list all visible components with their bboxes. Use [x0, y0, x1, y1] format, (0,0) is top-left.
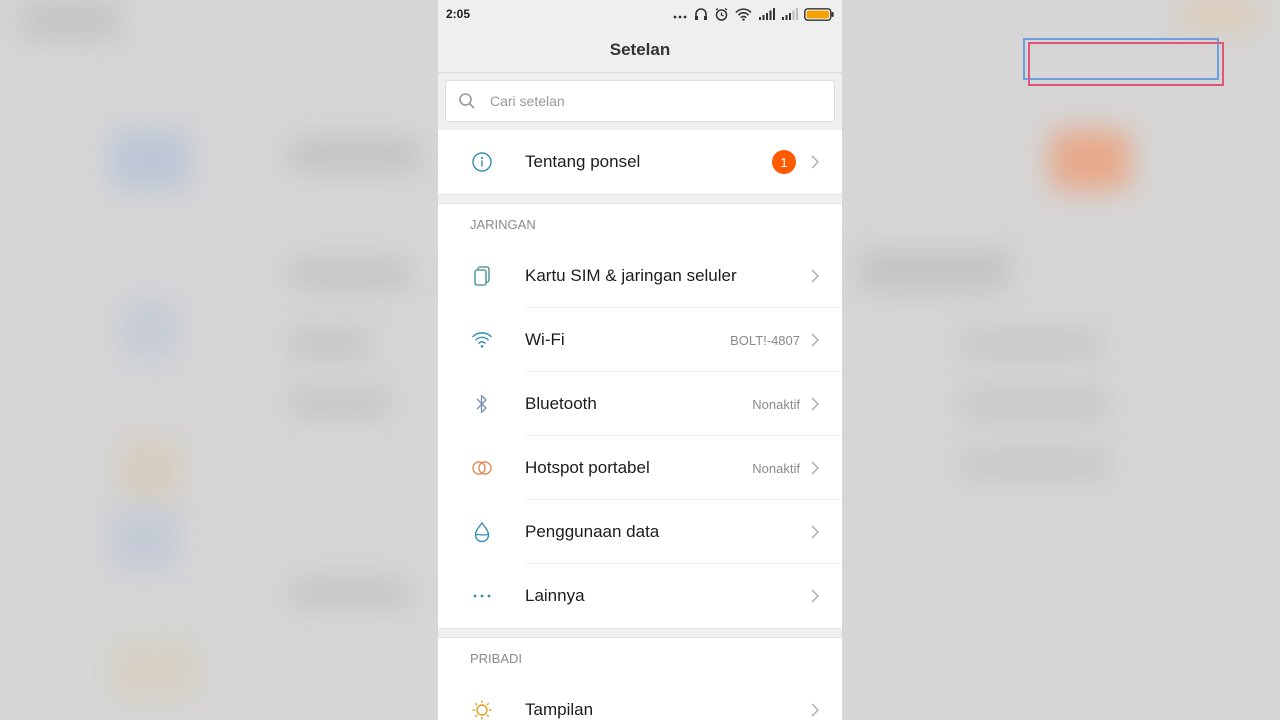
more-dots-icon [473, 594, 491, 598]
section-title-network: JARINGAN [438, 203, 842, 244]
chevron-right-icon [811, 155, 819, 169]
status-bar: 2:05 [438, 0, 842, 28]
section-gap [438, 628, 842, 637]
status-time: 2:05 [446, 7, 471, 21]
settings-item-about-phone[interactable]: Tentang ponsel 1 [438, 130, 842, 194]
signal-secondary-icon [782, 8, 798, 20]
settings-item-data-usage[interactable]: Penggunaan data [438, 500, 842, 564]
notification-badge: 1 [772, 150, 796, 174]
info-icon [472, 152, 492, 172]
personal-group: PRIBADI Tampilan [438, 637, 842, 720]
highlight-frame-red [1028, 42, 1224, 86]
search-input[interactable] [488, 92, 792, 110]
bluetooth-icon [476, 394, 487, 414]
settings-item-hotspot[interactable]: Hotspot portabel Nonaktif [438, 436, 842, 500]
chevron-right-icon [811, 397, 819, 411]
settings-item-value: Nonaktif [752, 460, 800, 476]
wifi-status-icon [735, 7, 752, 21]
chevron-right-icon [811, 589, 819, 603]
network-group: JARINGAN Kartu SIM & jaringan seluler Wi… [438, 203, 842, 628]
status-icons [672, 7, 834, 22]
page-header: Setelan [438, 28, 842, 73]
settings-item-sim[interactable]: Kartu SIM & jaringan seluler [438, 244, 842, 308]
alarm-icon [715, 7, 728, 21]
settings-item-label: Tentang ponsel [525, 152, 641, 171]
about-group: Tentang ponsel 1 [438, 130, 842, 194]
brightness-sun-icon [472, 700, 492, 720]
settings-item-label: Hotspot portabel [525, 458, 650, 477]
settings-item-more[interactable]: Lainnya [438, 564, 842, 628]
page-title: Setelan [609, 40, 671, 59]
battery-icon [804, 7, 834, 21]
data-usage-drop-icon [474, 521, 490, 543]
search-box[interactable] [445, 80, 835, 122]
settings-item-label: Kartu SIM & jaringan seluler [525, 266, 737, 285]
more-notifications-icon [673, 15, 687, 19]
signal-icon [759, 8, 775, 20]
settings-item-wifi[interactable]: Wi-Fi BOLT!-4807 [438, 308, 842, 372]
settings-item-label: Lainnya [525, 586, 585, 605]
chevron-right-icon [811, 703, 819, 717]
search-area [438, 73, 842, 130]
settings-item-label: Bluetooth [525, 394, 597, 413]
settings-item-label: Tampilan [525, 700, 594, 719]
settings-item-label: Wi-Fi [525, 330, 565, 349]
headphones-icon [695, 8, 707, 20]
settings-item-display[interactable]: Tampilan [438, 678, 842, 720]
search-icon [459, 93, 475, 109]
chevron-right-icon [811, 333, 819, 347]
settings-item-label: Penggunaan data [525, 522, 660, 541]
sim-card-icon [474, 266, 490, 286]
hotspot-icon [472, 461, 492, 475]
section-gap [438, 194, 842, 203]
section-title-personal: PRIBADI [438, 637, 842, 678]
chevron-right-icon [811, 269, 819, 283]
chevron-right-icon [811, 461, 819, 475]
phone-screen: 2:05 Setelan Tentang ponsel 1 [438, 0, 842, 720]
settings-item-bluetooth[interactable]: Bluetooth Nonaktif [438, 372, 842, 436]
chevron-right-icon [811, 525, 819, 539]
wifi-icon [471, 332, 493, 348]
settings-item-value: Nonaktif [752, 396, 800, 412]
settings-item-value: BOLT!-4807 [730, 332, 800, 348]
